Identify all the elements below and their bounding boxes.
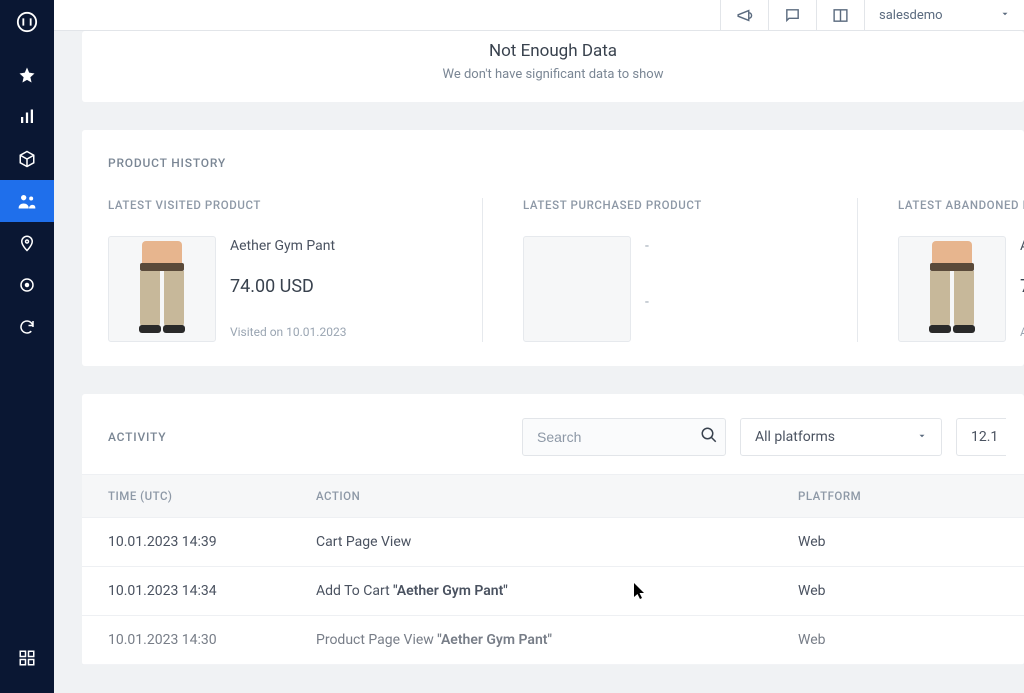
mouse-cursor-icon	[634, 583, 646, 601]
sidebar-item-refresh[interactable]	[0, 306, 54, 348]
logo-icon	[13, 8, 41, 36]
visited-product-price: 74.00 USD	[230, 276, 346, 297]
date-label: 12.1	[971, 429, 998, 445]
chat-icon[interactable]	[768, 0, 816, 31]
cell-platform: Web	[798, 632, 998, 648]
latest-abandoned-label: LATEST ABANDONED PROD	[898, 198, 1024, 212]
cell-action-prefix: Product Page View	[316, 632, 437, 648]
col-action-header: ACTION	[316, 489, 798, 503]
sidebar-item-grid[interactable]	[0, 637, 54, 679]
sidebar-item-target[interactable]	[0, 264, 54, 306]
platforms-label: All platforms	[755, 429, 835, 445]
purchased-product-price: -	[645, 294, 649, 310]
col-time-header: TIME (UTC)	[108, 489, 316, 503]
latest-abandoned-body: Aether 74.00 Abando	[898, 236, 1024, 342]
abandoned-product-name: Aether	[1020, 238, 1024, 254]
no-data-card: Not Enough Data We don't have significan…	[82, 31, 1024, 102]
latest-visited-label: LATEST VISITED PRODUCT	[108, 198, 462, 212]
activity-title: ACTIVITY	[108, 430, 508, 444]
abandoned-product-image	[898, 236, 1006, 342]
purchased-product-image	[523, 236, 631, 342]
sidebar-item-users[interactable]	[0, 180, 54, 222]
visited-product-image	[108, 236, 216, 342]
latest-visited-col: LATEST VISITED PRODUCT Aether Gym Pant 7…	[108, 198, 483, 342]
cell-platform: Web	[798, 534, 998, 550]
latest-purchased-label: LATEST PURCHASED PRODUCT	[523, 198, 837, 212]
abandoned-product-meta: Abando	[1020, 325, 1024, 339]
table-row[interactable]: 10.01.2023 14:39 Cart Page View Web	[82, 518, 1024, 567]
workspace-select[interactable]: salesdemo	[864, 0, 1024, 31]
cell-action: Add To Cart "Aether Gym Pant"	[316, 583, 798, 599]
cell-action: Product Page View "Aether Gym Pant"	[316, 632, 798, 648]
cell-time: 10.01.2023 14:30	[108, 632, 316, 648]
columns-icon[interactable]	[816, 0, 864, 31]
latest-visited-body: Aether Gym Pant 74.00 USD Visited on 10.…	[108, 236, 462, 342]
visited-product-name: Aether Gym Pant	[230, 238, 346, 254]
caret-down-icon	[1000, 8, 1010, 23]
date-dropdown[interactable]: 12.1	[956, 418, 1006, 456]
no-data-title: Not Enough Data	[82, 39, 1024, 61]
latest-purchased-body: - -	[523, 236, 837, 342]
product-history-row: LATEST VISITED PRODUCT Aether Gym Pant 7…	[82, 170, 1024, 366]
table-row[interactable]: 10.01.2023 14:34 Add To Cart "Aether Gym…	[82, 567, 1024, 616]
cell-action-prefix: Cart Page View	[316, 534, 411, 550]
activity-table-head: TIME (UTC) ACTION PLATFORM	[82, 474, 1024, 518]
announce-icon[interactable]	[720, 0, 768, 31]
abandoned-product-price: 74.00	[1020, 276, 1024, 297]
product-history-title: PRODUCT HISTORY	[82, 130, 1024, 170]
search-icon[interactable]	[700, 426, 718, 448]
no-data-subtitle: We don't have significant data to show	[82, 67, 1024, 82]
activity-card: ACTIVITY All platforms 12.1 TIME (UTC) A…	[82, 394, 1024, 665]
activity-header: ACTIVITY All platforms 12.1	[82, 394, 1024, 474]
latest-abandoned-col: LATEST ABANDONED PROD Aether 74.00 Aband…	[858, 198, 1024, 342]
sidebar-item-box[interactable]	[0, 138, 54, 180]
product-history-card: PRODUCT HISTORY LATEST VISITED PRODUCT A…	[82, 130, 1024, 366]
search-input[interactable]	[522, 418, 726, 456]
cell-action-prefix: Add To Cart	[316, 583, 393, 599]
table-row[interactable]: 10.01.2023 14:30 Product Page View "Aeth…	[82, 616, 1024, 665]
left-sidebar	[0, 0, 54, 693]
activity-search	[522, 418, 726, 456]
workspace-label: salesdemo	[879, 8, 943, 23]
platforms-dropdown[interactable]: All platforms	[740, 418, 942, 456]
visited-product-meta: Visited on 10.01.2023	[230, 325, 346, 339]
sidebar-item-location[interactable]	[0, 222, 54, 264]
purchased-product-name: -	[645, 238, 649, 254]
cell-platform: Web	[798, 583, 998, 599]
latest-purchased-col: LATEST PURCHASED PRODUCT - -	[483, 198, 858, 342]
content-area: Not Enough Data We don't have significan…	[54, 31, 1024, 693]
cell-action: Cart Page View	[316, 534, 798, 550]
col-platform-header: PLATFORM	[798, 489, 998, 503]
cell-time: 10.01.2023 14:39	[108, 534, 316, 550]
topbar: salesdemo	[54, 0, 1024, 31]
cell-time: 10.01.2023 14:34	[108, 583, 316, 599]
cell-action-bold: "Aether Gym Pant"	[393, 583, 508, 599]
caret-down-icon	[917, 429, 927, 445]
cell-action-bold: "Aether Gym Pant"	[437, 632, 552, 648]
sidebar-item-favorites[interactable]	[0, 54, 54, 96]
sidebar-item-analytics[interactable]	[0, 96, 54, 138]
